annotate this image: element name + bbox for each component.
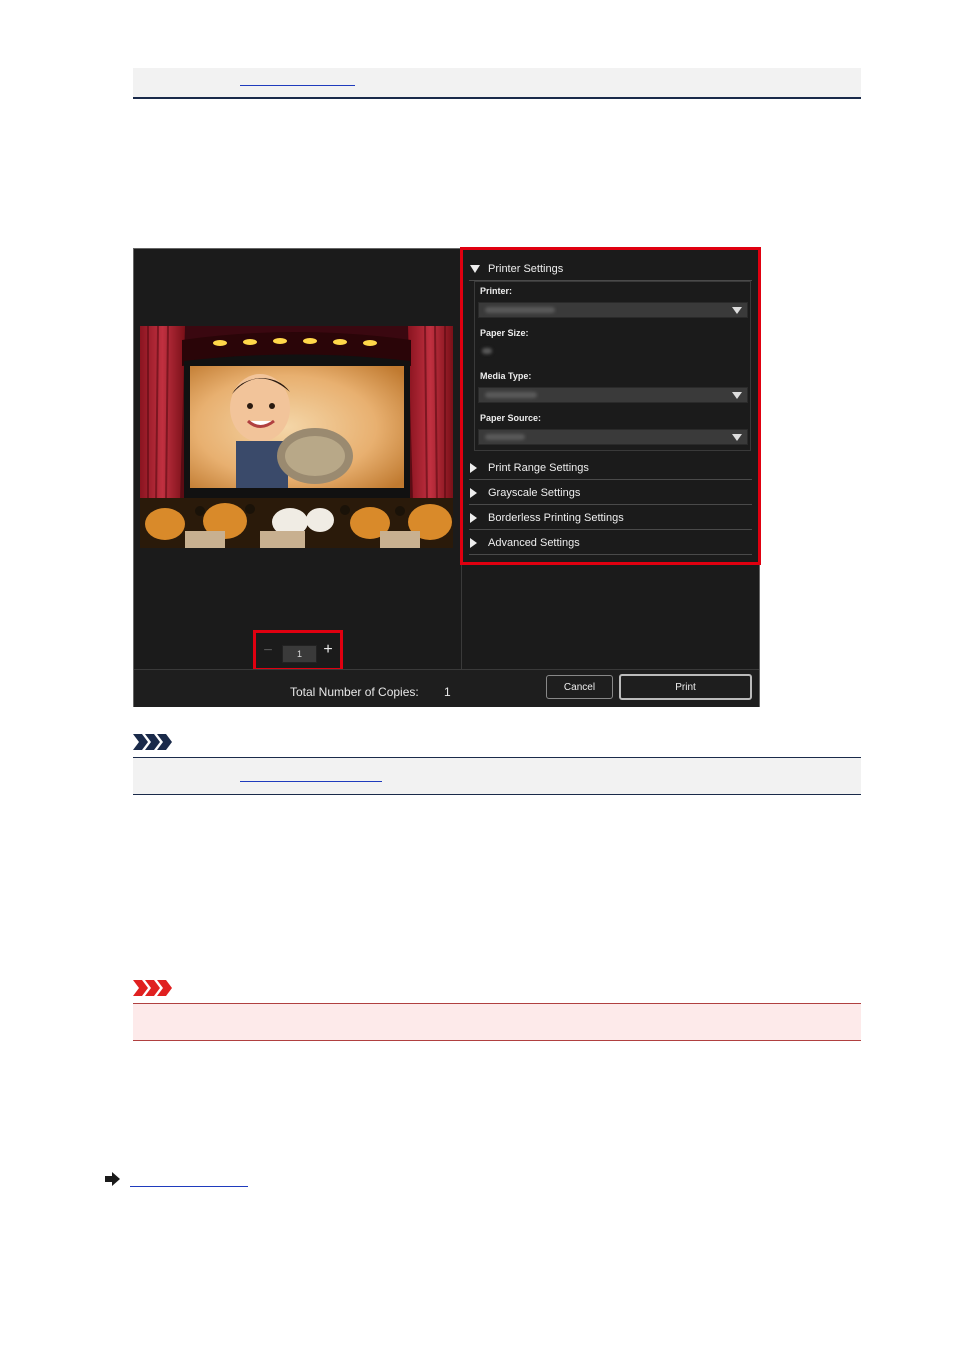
section-label: Printer Settings [488, 263, 564, 275]
section-label: Borderless Printing Settings [488, 512, 624, 524]
blurred-value [485, 434, 525, 440]
bottom-link[interactable] [130, 1185, 248, 1187]
note-chevron-icon [133, 734, 173, 755]
paper-source-select[interactable] [478, 429, 748, 445]
decrease-copies-button[interactable]: − [262, 642, 274, 660]
blurred-value [485, 392, 537, 398]
triangle-right-icon [470, 488, 477, 498]
total-copies-label: Total Number of Copies: [290, 685, 419, 699]
section-label: Advanced Settings [488, 537, 580, 549]
media-type-select[interactable] [478, 387, 748, 403]
paper-size-value [480, 345, 496, 357]
divider [469, 479, 752, 480]
print-button[interactable]: Print [619, 674, 752, 700]
important-bar [133, 1003, 861, 1041]
divider [469, 529, 752, 530]
note-link[interactable] [240, 780, 382, 782]
preview-image [140, 326, 453, 548]
section-printer-settings[interactable]: Printer Settings [469, 258, 752, 280]
triangle-right-icon [470, 538, 477, 548]
divider [469, 504, 752, 505]
copies-input[interactable]: 1 [282, 645, 317, 663]
printer-label: Printer: [480, 286, 513, 296]
section-label: Print Range Settings [488, 462, 589, 474]
paper-size-label: Paper Size: [480, 328, 529, 338]
section-grayscale-settings[interactable]: Grayscale Settings [469, 482, 752, 504]
blurred-value [485, 307, 555, 313]
arrow-right-icon [105, 1172, 121, 1191]
triangle-right-icon [470, 463, 477, 473]
section-borderless-printing-settings[interactable]: Borderless Printing Settings [469, 507, 752, 529]
chevron-down-icon [732, 307, 742, 314]
paper-source-label: Paper Source: [480, 413, 542, 423]
chevron-down-icon [732, 392, 742, 399]
divider [469, 554, 752, 555]
note-bar [133, 757, 861, 795]
chevron-down-icon [732, 434, 742, 441]
triangle-right-icon [470, 513, 477, 523]
triangle-down-icon [470, 265, 480, 273]
media-type-label: Media Type: [480, 371, 532, 381]
section-print-range-settings[interactable]: Print Range Settings [469, 457, 752, 479]
section-label: Grayscale Settings [488, 487, 581, 499]
important-chevron-icon [133, 980, 173, 1001]
note-link-top[interactable] [240, 84, 355, 86]
cancel-button[interactable]: Cancel [546, 675, 613, 699]
printer-select[interactable] [478, 302, 748, 318]
blurred-value [482, 348, 492, 354]
section-advanced-settings[interactable]: Advanced Settings [469, 532, 752, 554]
total-copies-value: 1 [444, 685, 451, 699]
increase-copies-button[interactable]: + [321, 641, 335, 659]
